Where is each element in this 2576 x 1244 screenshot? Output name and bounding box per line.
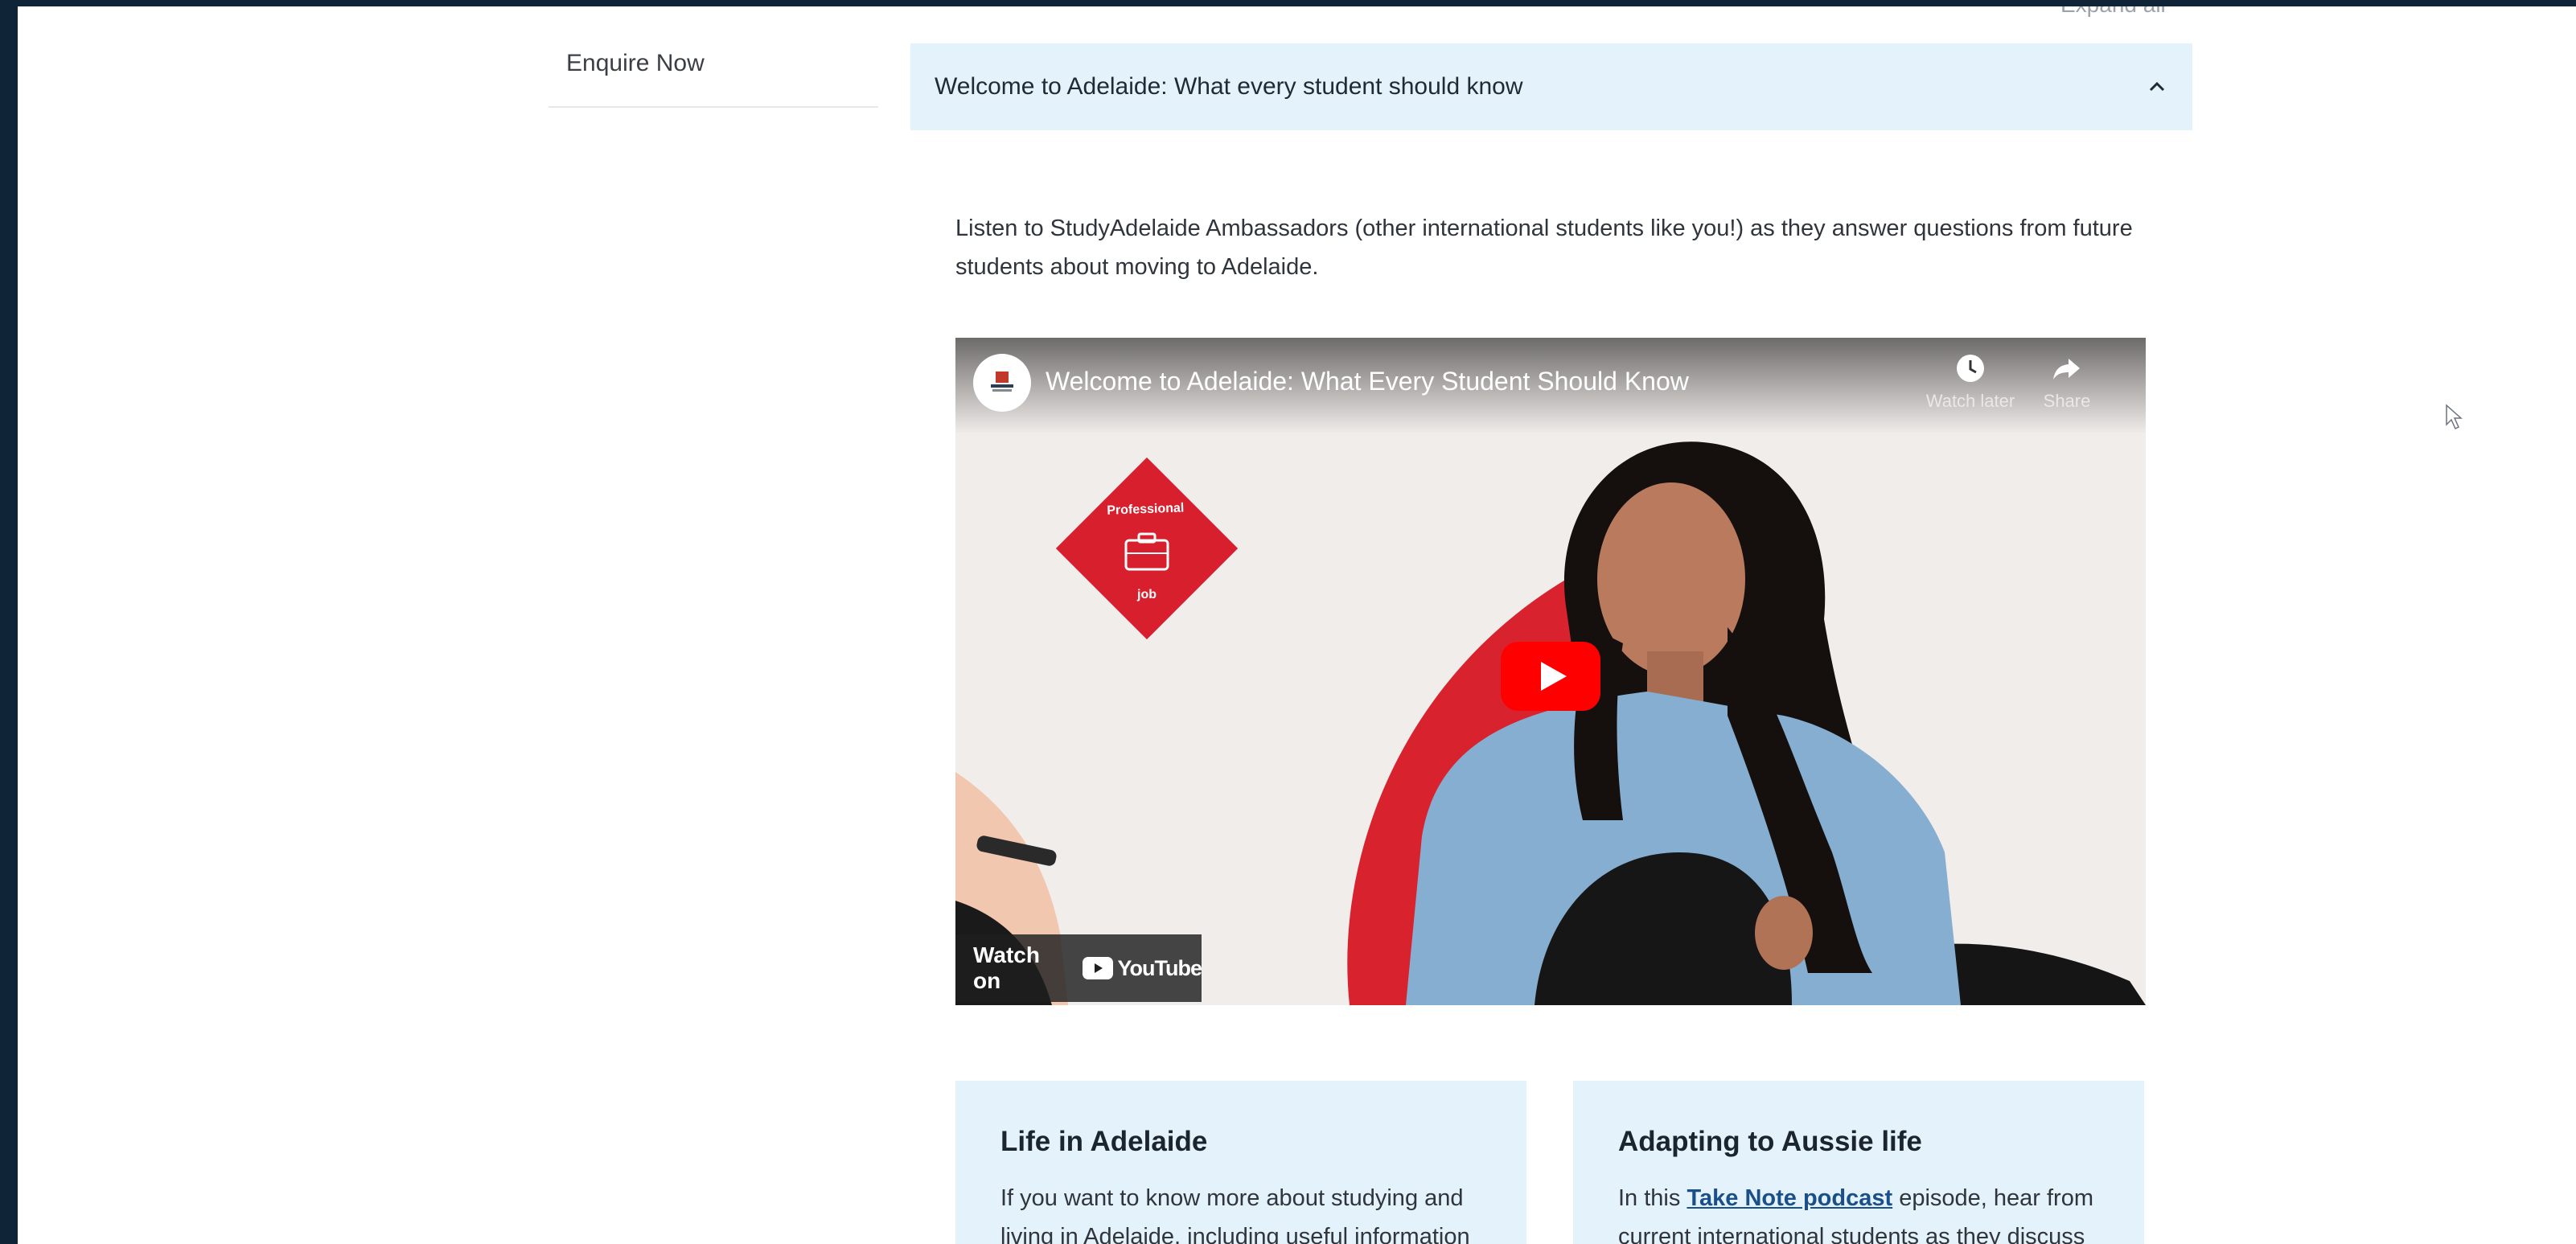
- watch-later-label: Watch later: [1925, 391, 2015, 411]
- card-text: In this Take Note podcast episode, hear …: [1618, 1179, 2099, 1244]
- card-life-in-adelaide: Life in Adelaide If you want to know mor…: [955, 1081, 1526, 1244]
- watch-on-label: Watch on: [973, 942, 1040, 993]
- youtube-video-embed[interactable]: Professional job Welcome to Adelaide: Wh…: [955, 338, 2146, 1005]
- accordion-header[interactable]: Welcome to Adelaide: What every student …: [910, 43, 2192, 130]
- accordion-intro-text: Listen to StudyAdelaide Ambassadors (oth…: [955, 216, 2133, 280]
- sidebar-item-label: Enquire Now: [566, 50, 705, 76]
- sidebar-item-enquire-now[interactable]: Enquire Now: [548, 39, 878, 108]
- watch-on-youtube-button[interactable]: Watch on YouTube: [955, 934, 1202, 1002]
- card-adapting-to-aussie-life: Adapting to Aussie life In this Take Not…: [1573, 1081, 2144, 1244]
- youtube-logo: YouTube: [1082, 955, 1202, 981]
- youtube-logo-icon: [1082, 957, 1113, 979]
- channel-avatar[interactable]: [973, 354, 1031, 412]
- browser-viewport: Expand all Enquire Now Welcome to Adelai…: [18, 6, 2576, 1244]
- share-button[interactable]: Share: [2011, 352, 2123, 412]
- accordion-title: Welcome to Adelaide: What every student …: [935, 73, 1523, 100]
- chevron-up-icon[interactable]: [2146, 76, 2168, 98]
- badge-top-text: Professional: [1107, 501, 1185, 517]
- share-label: Share: [2043, 391, 2091, 411]
- play-button[interactable]: [1501, 642, 1600, 711]
- card-text: If you want to know more about studying …: [1000, 1185, 1470, 1244]
- play-icon: [1501, 642, 1600, 711]
- take-note-podcast-link[interactable]: Take Note podcast: [1687, 1185, 1892, 1211]
- card-text-before: In this: [1618, 1185, 1687, 1211]
- share-icon: [2053, 359, 2080, 380]
- clock-icon: [1957, 355, 1984, 382]
- badge-bottom-text: job: [1136, 588, 1157, 601]
- watch-later-button[interactable]: Watch later: [1914, 352, 2027, 412]
- card-title: Life in Adelaide: [1000, 1126, 1208, 1157]
- video-title[interactable]: Welcome to Adelaide: What Every Student …: [1046, 367, 1689, 396]
- card-title: Adapting to Aussie life: [1618, 1126, 1922, 1157]
- mouse-cursor-icon: [2446, 404, 2463, 430]
- youtube-label: YouTube: [1117, 955, 1202, 980]
- expand-all-link[interactable]: Expand all: [2060, 6, 2166, 18]
